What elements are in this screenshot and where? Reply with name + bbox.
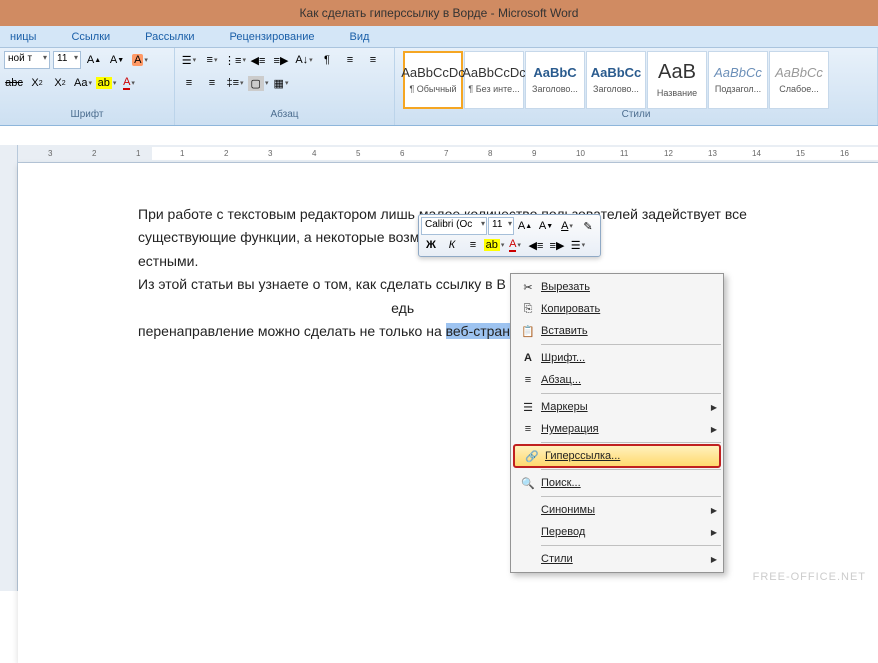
cm-sep [541,442,721,443]
tab-mail[interactable]: Рассылки [145,31,194,43]
paragraph-group: ☰ ≡ ⋮≡ ◀≡ ≡▶ A↓ ¶ ≡ ≡ ≡ ≡ ‡≡ ▢ ▦ Абзац [175,48,395,125]
text-line: перенаправление можно сделать не только … [138,323,446,339]
mt-format-painter-icon[interactable]: ✎ [578,217,598,235]
clear-format-icon[interactable]: A [130,50,150,70]
bullets-icon: ☰ [515,401,541,414]
strike-icon[interactable]: abc [4,73,24,93]
subscript-icon[interactable]: X2 [27,73,47,93]
text-line: едь [391,300,414,316]
align-left-icon[interactable]: ≡ [340,50,360,70]
font-icon: A [515,352,541,364]
font-group-label: Шрифт [4,109,170,123]
cm-sep [541,344,721,345]
style-box[interactable]: AaBbCcПодзагол... [708,51,768,109]
cm-paragraph[interactable]: ≡Абзац... [511,369,723,391]
mini-toolbar: Calibri (Ос 11 A▲ A▼ A ✎ Ж К ≡ ab A ◀≡ ≡… [418,214,601,257]
horizontal-ruler[interactable]: 3211234567891011121314151617 [18,145,878,163]
align-center-icon[interactable]: ≡ [363,50,383,70]
cm-sep [541,393,721,394]
watermark: FREE-OFFICE.NET [753,571,866,583]
window-title: Как сделать гиперссылку в Ворде - Micros… [300,6,579,20]
bullets-icon[interactable]: ☰ [179,50,199,70]
paste-icon: 📋 [515,325,541,338]
numbering-icon: ≡ [515,423,541,435]
cm-sep [541,545,721,546]
tab-pages[interactable]: ницы [10,31,36,43]
paragraph-icon: ≡ [515,374,541,386]
copy-icon: ⎘ [515,303,541,316]
cm-numbering[interactable]: ≡Нумерация [511,418,723,440]
font-size-combo[interactable]: 11 [53,51,81,69]
style-box[interactable]: AaBbCcDc¶ Обычный [403,51,463,109]
cm-copy[interactable]: ⎘Копировать [511,298,723,320]
indent-icon[interactable]: ≡▶ [271,50,291,70]
style-box[interactable]: AaBbCcDc¶ Без инте... [464,51,524,109]
font-color-icon[interactable]: A [119,73,139,93]
style-box[interactable]: AaBbCЗаголово... [525,51,585,109]
cm-translate[interactable]: Перевод [511,521,723,543]
cm-sep [541,496,721,497]
search-icon: 🔍 [515,477,541,490]
style-box[interactable]: AaBbCcСлабое... [769,51,829,109]
cm-cut[interactable]: ✂Вырезать [511,276,723,298]
shrink-font-icon[interactable]: A▼ [107,50,127,70]
tab-view[interactable]: Вид [350,31,370,43]
cm-sep [541,469,721,470]
tab-links[interactable]: Ссылки [71,31,110,43]
mt-grow-icon[interactable]: A▲ [515,217,535,235]
mt-font-combo[interactable]: Calibri (Ос [421,217,487,235]
borders-icon[interactable]: ▦ [271,73,291,93]
cm-paste[interactable]: 📋Вставить [511,320,723,342]
sort-icon[interactable]: A↓ [294,50,314,70]
case-icon[interactable]: Aa [73,73,93,93]
mt-highlight-icon[interactable]: ab [484,236,504,254]
styles-group: AaBbCcDc¶ ОбычныйAaBbCcDc¶ Без инте...Aa… [395,48,878,125]
document-area: 3211234567891011121314151617 При работе … [18,145,878,591]
align-right-icon[interactable]: ≡ [179,73,199,93]
cm-synonyms[interactable]: Синонимы [511,499,723,521]
ribbon: ной т 11 A▲ A▼ A abc X2 X2 Aa ab A Шрифт… [0,48,878,126]
link-icon: 🔗 [519,450,545,463]
title-bar: Как сделать гиперссылку в Ворде - Micros… [0,0,878,26]
paragraph-group-label: Абзац [179,109,390,123]
outdent-icon[interactable]: ◀≡ [248,50,268,70]
grow-font-icon[interactable]: A▲ [84,50,104,70]
font-group: ной т 11 A▲ A▼ A abc X2 X2 Aa ab A Шрифт [0,48,175,125]
mt-bold-icon[interactable]: Ж [421,236,441,254]
multilevel-icon[interactable]: ⋮≡ [225,50,245,70]
mt-color-icon[interactable]: A [505,236,525,254]
cm-font[interactable]: AШрифт... [511,347,723,369]
mt-outdent-icon[interactable]: ◀≡ [526,236,546,254]
superscript-icon[interactable]: X2 [50,73,70,93]
mt-center-icon[interactable]: ≡ [463,236,483,254]
cut-icon: ✂ [515,281,541,294]
vertical-ruler [0,145,18,591]
mt-indent-icon[interactable]: ≡▶ [547,236,567,254]
cm-search[interactable]: 🔍Поиск... [511,472,723,494]
mt-style-icon[interactable]: A [557,217,577,235]
style-box[interactable]: AaBbCcЗаголово... [586,51,646,109]
cm-bullets[interactable]: ☰Маркеры [511,396,723,418]
cm-styles[interactable]: Стили [511,548,723,570]
cm-hyperlink[interactable]: 🔗Гиперссылка... [513,444,721,468]
mt-italic-icon[interactable]: К [442,236,462,254]
font-name-combo[interactable]: ной т [4,51,50,69]
mt-bullets-icon[interactable]: ☰ [568,236,588,254]
shading-icon[interactable]: ▢ [248,73,268,93]
numbering-icon[interactable]: ≡ [202,50,222,70]
mt-size-combo[interactable]: 11 [488,217,514,235]
context-menu: ✂Вырезать ⎘Копировать 📋Вставить AШрифт..… [510,273,724,573]
ribbon-tabs: ницы Ссылки Рассылки Рецензирование Вид [0,26,878,48]
justify-icon[interactable]: ≡ [202,73,222,93]
show-marks-icon[interactable]: ¶ [317,50,337,70]
text-line: естными. [138,253,198,269]
style-box[interactable]: АаВНазвание [647,51,707,109]
mt-shrink-icon[interactable]: A▼ [536,217,556,235]
line-spacing-icon[interactable]: ‡≡ [225,73,245,93]
tab-review[interactable]: Рецензирование [230,31,315,43]
styles-group-label: Стили [399,109,873,123]
highlight-icon[interactable]: ab [96,73,116,93]
text-line: Из этой статьи вы узнаете о том, как сде… [138,276,506,292]
